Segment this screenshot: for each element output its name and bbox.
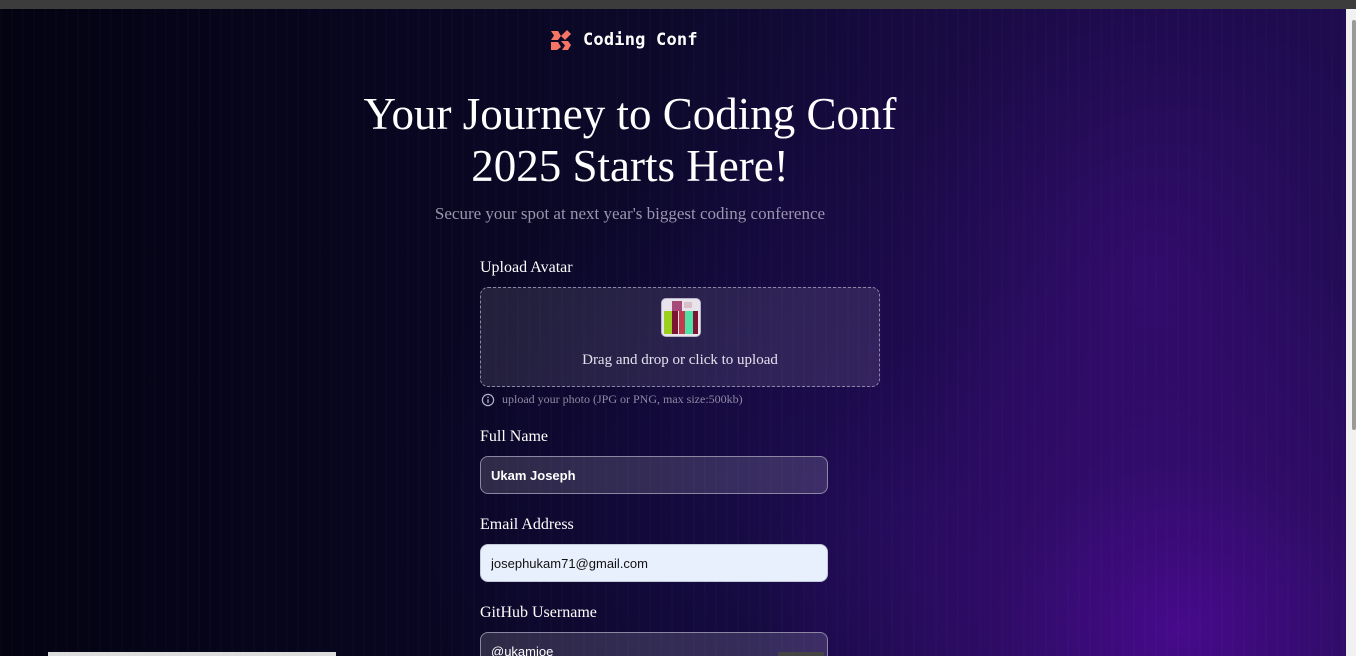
page-background: Coding Conf Your Journey to Coding Conf …	[0, 9, 1346, 656]
email-label: Email Address	[480, 516, 574, 533]
horizontal-scroll-thumb[interactable]	[48, 652, 336, 656]
brand-name: Coding Conf	[583, 30, 698, 50]
avatar-hint: upload your photo (JPG or PNG, max size:…	[481, 392, 743, 407]
avatar-preview	[661, 298, 701, 337]
brand-logo[interactable]: Coding Conf	[549, 28, 698, 52]
avatar-label: Upload Avatar	[480, 259, 573, 276]
avatar-dropzone[interactable]: Drag and drop or click to upload	[480, 287, 880, 387]
full-name-label: Full Name	[480, 428, 548, 445]
page-subtitle: Secure your spot at next year's biggest …	[434, 204, 826, 223]
dropzone-instructions: Drag and drop or click to upload	[582, 352, 778, 368]
vertical-scroll-thumb[interactable]	[1352, 20, 1356, 430]
avatar-preview-image	[662, 299, 700, 336]
github-label: GitHub Username	[480, 604, 597, 621]
github-username-input[interactable]	[480, 632, 828, 656]
email-input[interactable]	[480, 544, 828, 582]
browser-top-bar	[0, 0, 1356, 9]
coding-conf-logo-icon	[551, 30, 571, 50]
info-icon	[481, 393, 495, 406]
page-title: Your Journey to Coding Conf 2025 Starts …	[363, 89, 897, 191]
horizontal-scroll-segment	[778, 652, 824, 656]
avatar-hint-text: upload your photo (JPG or PNG, max size:…	[502, 392, 743, 406]
full-name-input[interactable]	[480, 456, 828, 494]
